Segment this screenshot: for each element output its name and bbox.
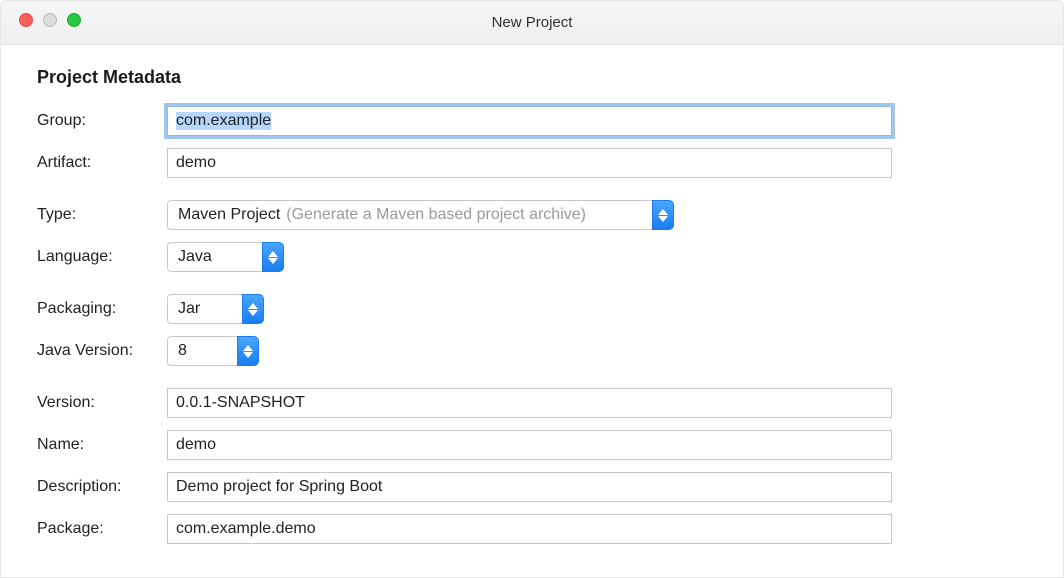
section-title: Project Metadata [37, 67, 1027, 88]
java-version-select-value: 8 [178, 342, 187, 360]
row-name: Name: [37, 430, 1027, 460]
label-java-version: Java Version: [37, 342, 167, 360]
chevron-down-icon [243, 352, 253, 358]
window-title: New Project [492, 14, 573, 31]
label-language: Language: [37, 248, 167, 266]
chevron-down-icon [268, 258, 278, 264]
form-content: Project Metadata Group: com.example Arti… [1, 45, 1063, 578]
description-input[interactable] [167, 472, 892, 502]
row-version: Version: [37, 388, 1027, 418]
name-input[interactable] [167, 430, 892, 460]
chevron-up-icon [658, 209, 668, 215]
titlebar[interactable]: New Project [1, 1, 1063, 45]
window-controls [19, 13, 81, 27]
packaging-select-value: Jar [178, 300, 200, 318]
group-input[interactable]: com.example [167, 106, 892, 136]
chevron-down-icon [248, 310, 258, 316]
type-select-button[interactable] [652, 200, 674, 230]
row-type: Type: Maven Project (Generate a Maven ba… [37, 200, 1027, 230]
artifact-input[interactable] [167, 148, 892, 178]
label-type: Type: [37, 206, 167, 224]
new-project-window: New Project Project Metadata Group: com.… [0, 0, 1064, 578]
label-name: Name: [37, 436, 167, 454]
label-group: Group: [37, 112, 167, 130]
minimize-window-button[interactable] [43, 13, 57, 27]
java-version-select-body: 8 [167, 336, 237, 366]
row-group: Group: com.example [37, 106, 1027, 136]
group-input-value: com.example [176, 112, 271, 130]
language-select-button[interactable] [262, 242, 284, 272]
language-select-body: Java [167, 242, 262, 272]
chevron-up-icon [248, 303, 258, 309]
label-package: Package: [37, 520, 167, 538]
language-select-value: Java [178, 248, 212, 266]
chevron-up-icon [268, 251, 278, 257]
chevron-up-icon [243, 345, 253, 351]
row-artifact: Artifact: [37, 148, 1027, 178]
row-packaging: Packaging: Jar [37, 294, 1027, 324]
package-input[interactable] [167, 514, 892, 544]
chevron-down-icon [658, 216, 668, 222]
java-version-select-button[interactable] [237, 336, 259, 366]
version-input[interactable] [167, 388, 892, 418]
type-select-value: Maven Project [178, 206, 280, 224]
row-package: Package: [37, 514, 1027, 544]
java-version-select[interactable]: 8 [167, 336, 259, 366]
label-artifact: Artifact: [37, 154, 167, 172]
packaging-select-body: Jar [167, 294, 242, 324]
row-language: Language: Java [37, 242, 1027, 272]
type-select[interactable]: Maven Project (Generate a Maven based pr… [167, 200, 674, 230]
zoom-window-button[interactable] [67, 13, 81, 27]
label-packaging: Packaging: [37, 300, 167, 318]
packaging-select[interactable]: Jar [167, 294, 264, 324]
type-select-body: Maven Project (Generate a Maven based pr… [167, 200, 652, 230]
packaging-select-button[interactable] [242, 294, 264, 324]
row-description: Description: [37, 472, 1027, 502]
close-window-button[interactable] [19, 13, 33, 27]
row-java-version: Java Version: 8 [37, 336, 1027, 366]
language-select[interactable]: Java [167, 242, 284, 272]
type-select-hint: (Generate a Maven based project archive) [286, 206, 586, 224]
label-version: Version: [37, 394, 167, 412]
label-description: Description: [37, 478, 167, 496]
